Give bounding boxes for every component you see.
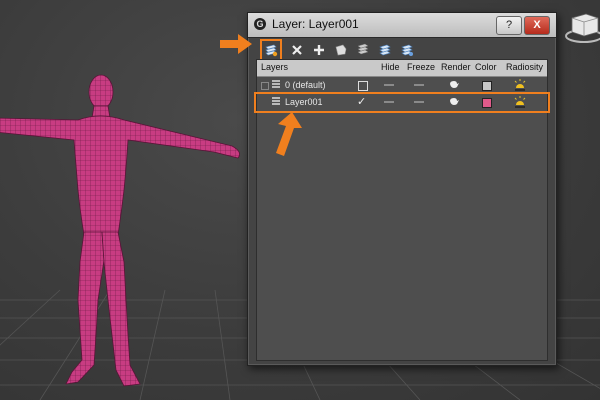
select-objects-icon[interactable] (330, 40, 352, 60)
layer-dialog: G Layer: Layer001 ? X Layers Hide Freeze… (247, 12, 557, 366)
render-teapot-icon[interactable] (449, 80, 459, 89)
close-button[interactable]: X (524, 16, 550, 35)
color-swatch[interactable] (482, 81, 492, 91)
render-teapot-icon[interactable] (449, 97, 459, 106)
header-layers[interactable]: Layers (261, 62, 288, 72)
arrow-up-icon (276, 112, 302, 156)
layer-list-header: Layers Hide Freeze Render Color Radiosit… (257, 60, 547, 77)
delete-layer-icon[interactable] (286, 40, 308, 60)
layer-name: Layer001 (285, 97, 323, 107)
active-layer-check-icon[interactable]: ✓ (357, 95, 366, 108)
expand-toggle[interactable] (261, 82, 269, 90)
freeze-toggle[interactable] (414, 84, 424, 86)
header-hide[interactable]: Hide (381, 62, 400, 72)
layer-list[interactable]: Layers Hide Freeze Render Color Radiosit… (254, 59, 550, 361)
header-radiosity[interactable]: Radiosity (506, 62, 543, 72)
add-selection-icon[interactable] (308, 40, 330, 60)
hide-all-icon[interactable] (374, 40, 396, 60)
dialog-title: Layer: Layer001 (272, 17, 359, 31)
viewcube-icon[interactable] (560, 6, 600, 46)
header-color[interactable]: Color (475, 62, 497, 72)
hide-toggle[interactable] (384, 84, 394, 86)
radiosity-sun-icon[interactable] (513, 78, 527, 91)
dialog-titlebar[interactable]: G Layer: Layer001 ? X (248, 13, 556, 38)
radiosity-sun-icon[interactable] (513, 95, 527, 108)
header-render[interactable]: Render (441, 62, 471, 72)
create-new-layer-icon[interactable] (260, 39, 282, 61)
highlight-layer-icon[interactable] (352, 40, 374, 60)
active-layer-toggle[interactable] (358, 81, 368, 91)
app-logo-icon: G (254, 18, 266, 30)
hide-toggle[interactable] (384, 101, 394, 103)
layer-row-default[interactable]: 0 (default) (257, 78, 547, 93)
freeze-all-icon[interactable] (396, 40, 418, 60)
layer-name: 0 (default) (285, 80, 326, 90)
freeze-toggle[interactable] (414, 101, 424, 103)
layer-row-layer001[interactable]: Layer001 ✓ (254, 92, 550, 113)
header-freeze[interactable]: Freeze (407, 62, 435, 72)
color-swatch[interactable] (482, 98, 492, 108)
arrow-right-icon (220, 34, 252, 54)
layer-icon (272, 97, 280, 105)
layer-icon (272, 80, 280, 88)
help-button[interactable]: ? (496, 16, 522, 35)
